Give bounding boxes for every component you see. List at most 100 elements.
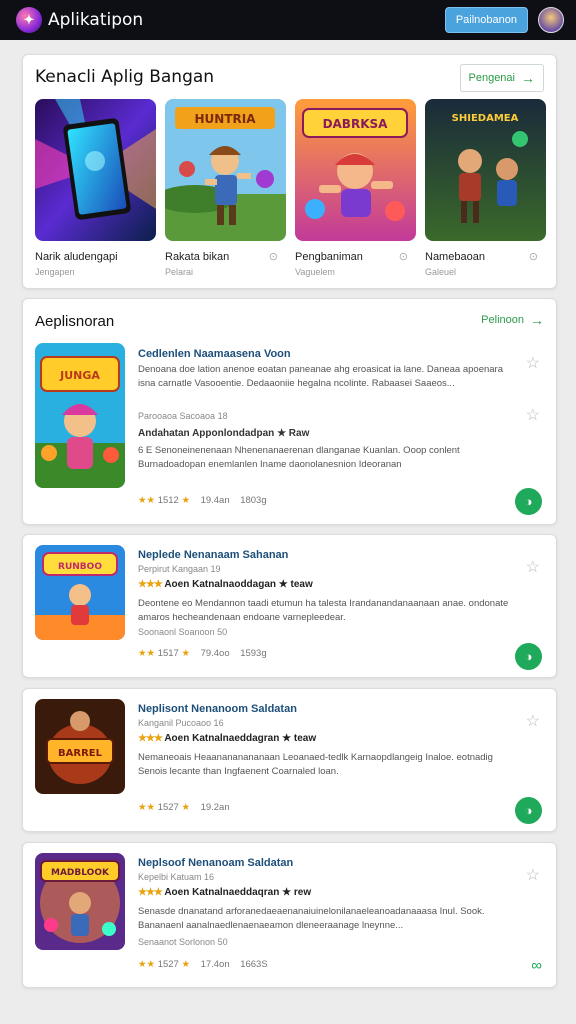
rating-line-text: Aoen Katnalnaeddagran ★ teaw: [164, 733, 317, 744]
featured-card-3[interactable]: DABRKSA Pengbaniman Vaguelem ⊙: [295, 99, 416, 277]
app-rating: 1512: [157, 495, 179, 506]
download-icon[interactable]: ⊙: [529, 250, 538, 263]
favorite-star-icon[interactable]: ☆: [526, 405, 540, 425]
app-downloads: 1803g: [240, 495, 267, 506]
featured-category: Galeuel: [425, 267, 457, 277]
featured-heading: Kenacli Aplig Bangan: [35, 67, 215, 87]
svg-text:RUNBOO: RUNBOO: [58, 562, 102, 572]
featured-name: Narik aludengapi: [35, 251, 118, 263]
featured-section: Kenacli Aplig Bangan Pengenai → Narik al…: [22, 54, 557, 289]
app-meta: ★★ 1527 ★ 19.2an: [138, 802, 230, 813]
app-logo-icon[interactable]: ✦: [16, 7, 42, 33]
install-button[interactable]: ◑: [515, 643, 542, 670]
svg-text:BARREL: BARREL: [58, 748, 103, 759]
app-rating: 1517: [157, 648, 179, 659]
app-title[interactable]: Neplede Nenanaam Sahanan: [138, 549, 288, 561]
star-icon: ★: [181, 959, 190, 970]
jungle-game-art[interactable]: JUNGA: [35, 343, 125, 488]
svg-text:MADBLOOK: MADBLOOK: [51, 868, 110, 878]
app-rating-line: ★★★ Aoen Katnalnaeddaqran ★ rew: [138, 887, 311, 898]
rating-stars-icon: ★★: [138, 959, 156, 970]
rating-line-text: Aoen Katnalnaeddaqran ★ rew: [164, 887, 312, 898]
app-rating: 1527: [157, 959, 179, 970]
svg-text:JUNGA: JUNGA: [59, 369, 100, 382]
app-title[interactable]: Neplsoof Nenanoam Saldatan: [138, 857, 293, 869]
svg-text:SHIEDAMEA: SHIEDAMEA: [452, 113, 519, 124]
star-icon: ★: [181, 648, 190, 659]
featured-card-1[interactable]: Narik aludengapi Jengapen: [35, 99, 156, 277]
arrow-right-icon: →: [530, 312, 544, 328]
app-description-secondary: 6 E Senoneinenenaan Nhenenanaerenan dlan…: [138, 445, 460, 470]
featured-see-all-button[interactable]: Pengenai →: [459, 64, 544, 92]
apps-link-label: Pelinoon: [481, 314, 524, 326]
arrow-right-icon: →: [521, 70, 535, 86]
featured-category: Pelarai: [165, 267, 194, 277]
favorite-star-icon[interactable]: ☆: [526, 711, 540, 731]
app-meta-subtitle: Soonaonl Soanoon 50: [138, 627, 228, 637]
app-title[interactable]: Cedlenlen Naamaasena Voon: [138, 348, 291, 360]
rating-line-text: Aoen Katnalnaoddagan ★ teaw: [164, 579, 313, 590]
featured-card-2[interactable]: HUNTRIA Rakata bikan Pelarai ⊙: [165, 99, 286, 277]
user-avatar[interactable]: [538, 7, 564, 33]
app-downloads: 1593g: [240, 648, 267, 659]
tablet-app-art: [35, 99, 156, 241]
apps-heading: Aeplisnoran: [35, 313, 115, 330]
app-description: Senasde dnanatand arforanedaeaenanaiuine…: [138, 906, 485, 931]
featured-name: Namebaoan: [425, 251, 485, 263]
fighters-game-art: SHIEDAMEA: [425, 99, 546, 241]
apps-section: Aeplisnoran Pelinoon → JUNGA Cedlenlen N…: [22, 298, 557, 525]
app-description: Denoana doe lation anenoe eoatan paneana…: [138, 364, 503, 389]
install-button[interactable]: ◑: [515, 797, 542, 824]
rating-stars-icon: ★★★: [138, 887, 163, 898]
featured-card-4[interactable]: SHIEDAMEA Namebaoan Galeuel ⊙: [425, 99, 546, 277]
app-card: MADBLOOK Neplsoof Nenanoam Saldatan Kepe…: [22, 842, 557, 988]
app-subheading: Andahatan Apponlondadpan ★ Raw: [138, 428, 310, 439]
favorite-star-icon[interactable]: ☆: [526, 865, 540, 885]
app-meta-subtitle: Senaanot Sorlonon 50: [138, 937, 228, 947]
app-rating-line: ★★★ Aoen Katnalnaeddagran ★ teaw: [138, 733, 316, 744]
download-icon[interactable]: ⊙: [399, 250, 408, 263]
favorite-star-icon[interactable]: ☆: [526, 353, 540, 373]
featured-category: Jengapen: [35, 267, 75, 277]
brawl-game-art: DABRKSA: [295, 99, 416, 241]
app-size: 19.4an: [200, 495, 230, 506]
app-subtitle: Kanganil Pucoaoo 16: [138, 718, 224, 728]
app-subtitle: Perpirut Kangaan 19: [138, 564, 221, 574]
star-icon: ★: [181, 802, 190, 813]
app-title: Aplikatipon: [48, 10, 144, 30]
barrel-game-art[interactable]: BARREL: [35, 699, 125, 794]
app-subtitle: Parooaoa Sacoaoa 18: [138, 411, 228, 421]
rating-stars-icon: ★★: [138, 495, 156, 506]
install-button[interactable]: ◑: [515, 488, 542, 515]
rating-stars-icon: ★★★: [138, 733, 163, 744]
rating-stars-icon: ★★: [138, 648, 156, 659]
app-downloads: 1663S: [240, 959, 268, 970]
rating-stars-icon: ★★: [138, 802, 156, 813]
featured-name: Pengbaniman: [295, 251, 363, 263]
app-meta: ★★ 1517 ★ 79.4oo 1593g: [138, 648, 267, 659]
featured-category: Vaguelem: [295, 267, 335, 277]
svg-text:HUNTRIA: HUNTRIA: [194, 112, 256, 126]
app-meta: ★★ 1527 ★ 17.4on 1663S: [138, 959, 268, 970]
app-rating-line: ★★★ Aoen Katnalnaoddagan ★ teaw: [138, 579, 313, 590]
featured-name: Rakata bikan: [165, 251, 230, 263]
app-size: 17.4on: [200, 959, 230, 970]
app-description: Deontene eo Mendannon taadi etumun ha ta…: [138, 598, 509, 623]
share-link-icon[interactable]: ∞: [531, 957, 542, 974]
app-meta: ★★ 1512 ★ 19.4an 1803g: [138, 495, 267, 506]
apps-see-all-link[interactable]: Pelinoon →: [481, 312, 544, 328]
app-rating: 1527: [157, 802, 179, 813]
robber-game-art[interactable]: MADBLOOK: [35, 853, 125, 950]
top-bar: ✦ Aplikatipon Pailnobanon: [0, 0, 576, 40]
featured-link-label: Pengenai: [468, 72, 516, 84]
app-title[interactable]: Neplisont Nenanoom Saldatan: [138, 703, 297, 715]
adventure-game-art: HUNTRIA: [165, 99, 286, 241]
favorite-star-icon[interactable]: ☆: [526, 557, 540, 577]
runner-game-art[interactable]: RUNBOO: [35, 545, 125, 640]
download-icon[interactable]: ⊙: [269, 250, 278, 263]
app-size: 19.2an: [200, 802, 230, 813]
header-action-button[interactable]: Pailnobanon: [444, 7, 528, 33]
star-icon: ★: [181, 495, 190, 506]
app-card: BARREL Neplisont Nenanoom Saldatan Kanga…: [22, 688, 557, 832]
app-description: Nemaneoais Heaanananananaan Leoanaed-ted…: [138, 752, 493, 777]
